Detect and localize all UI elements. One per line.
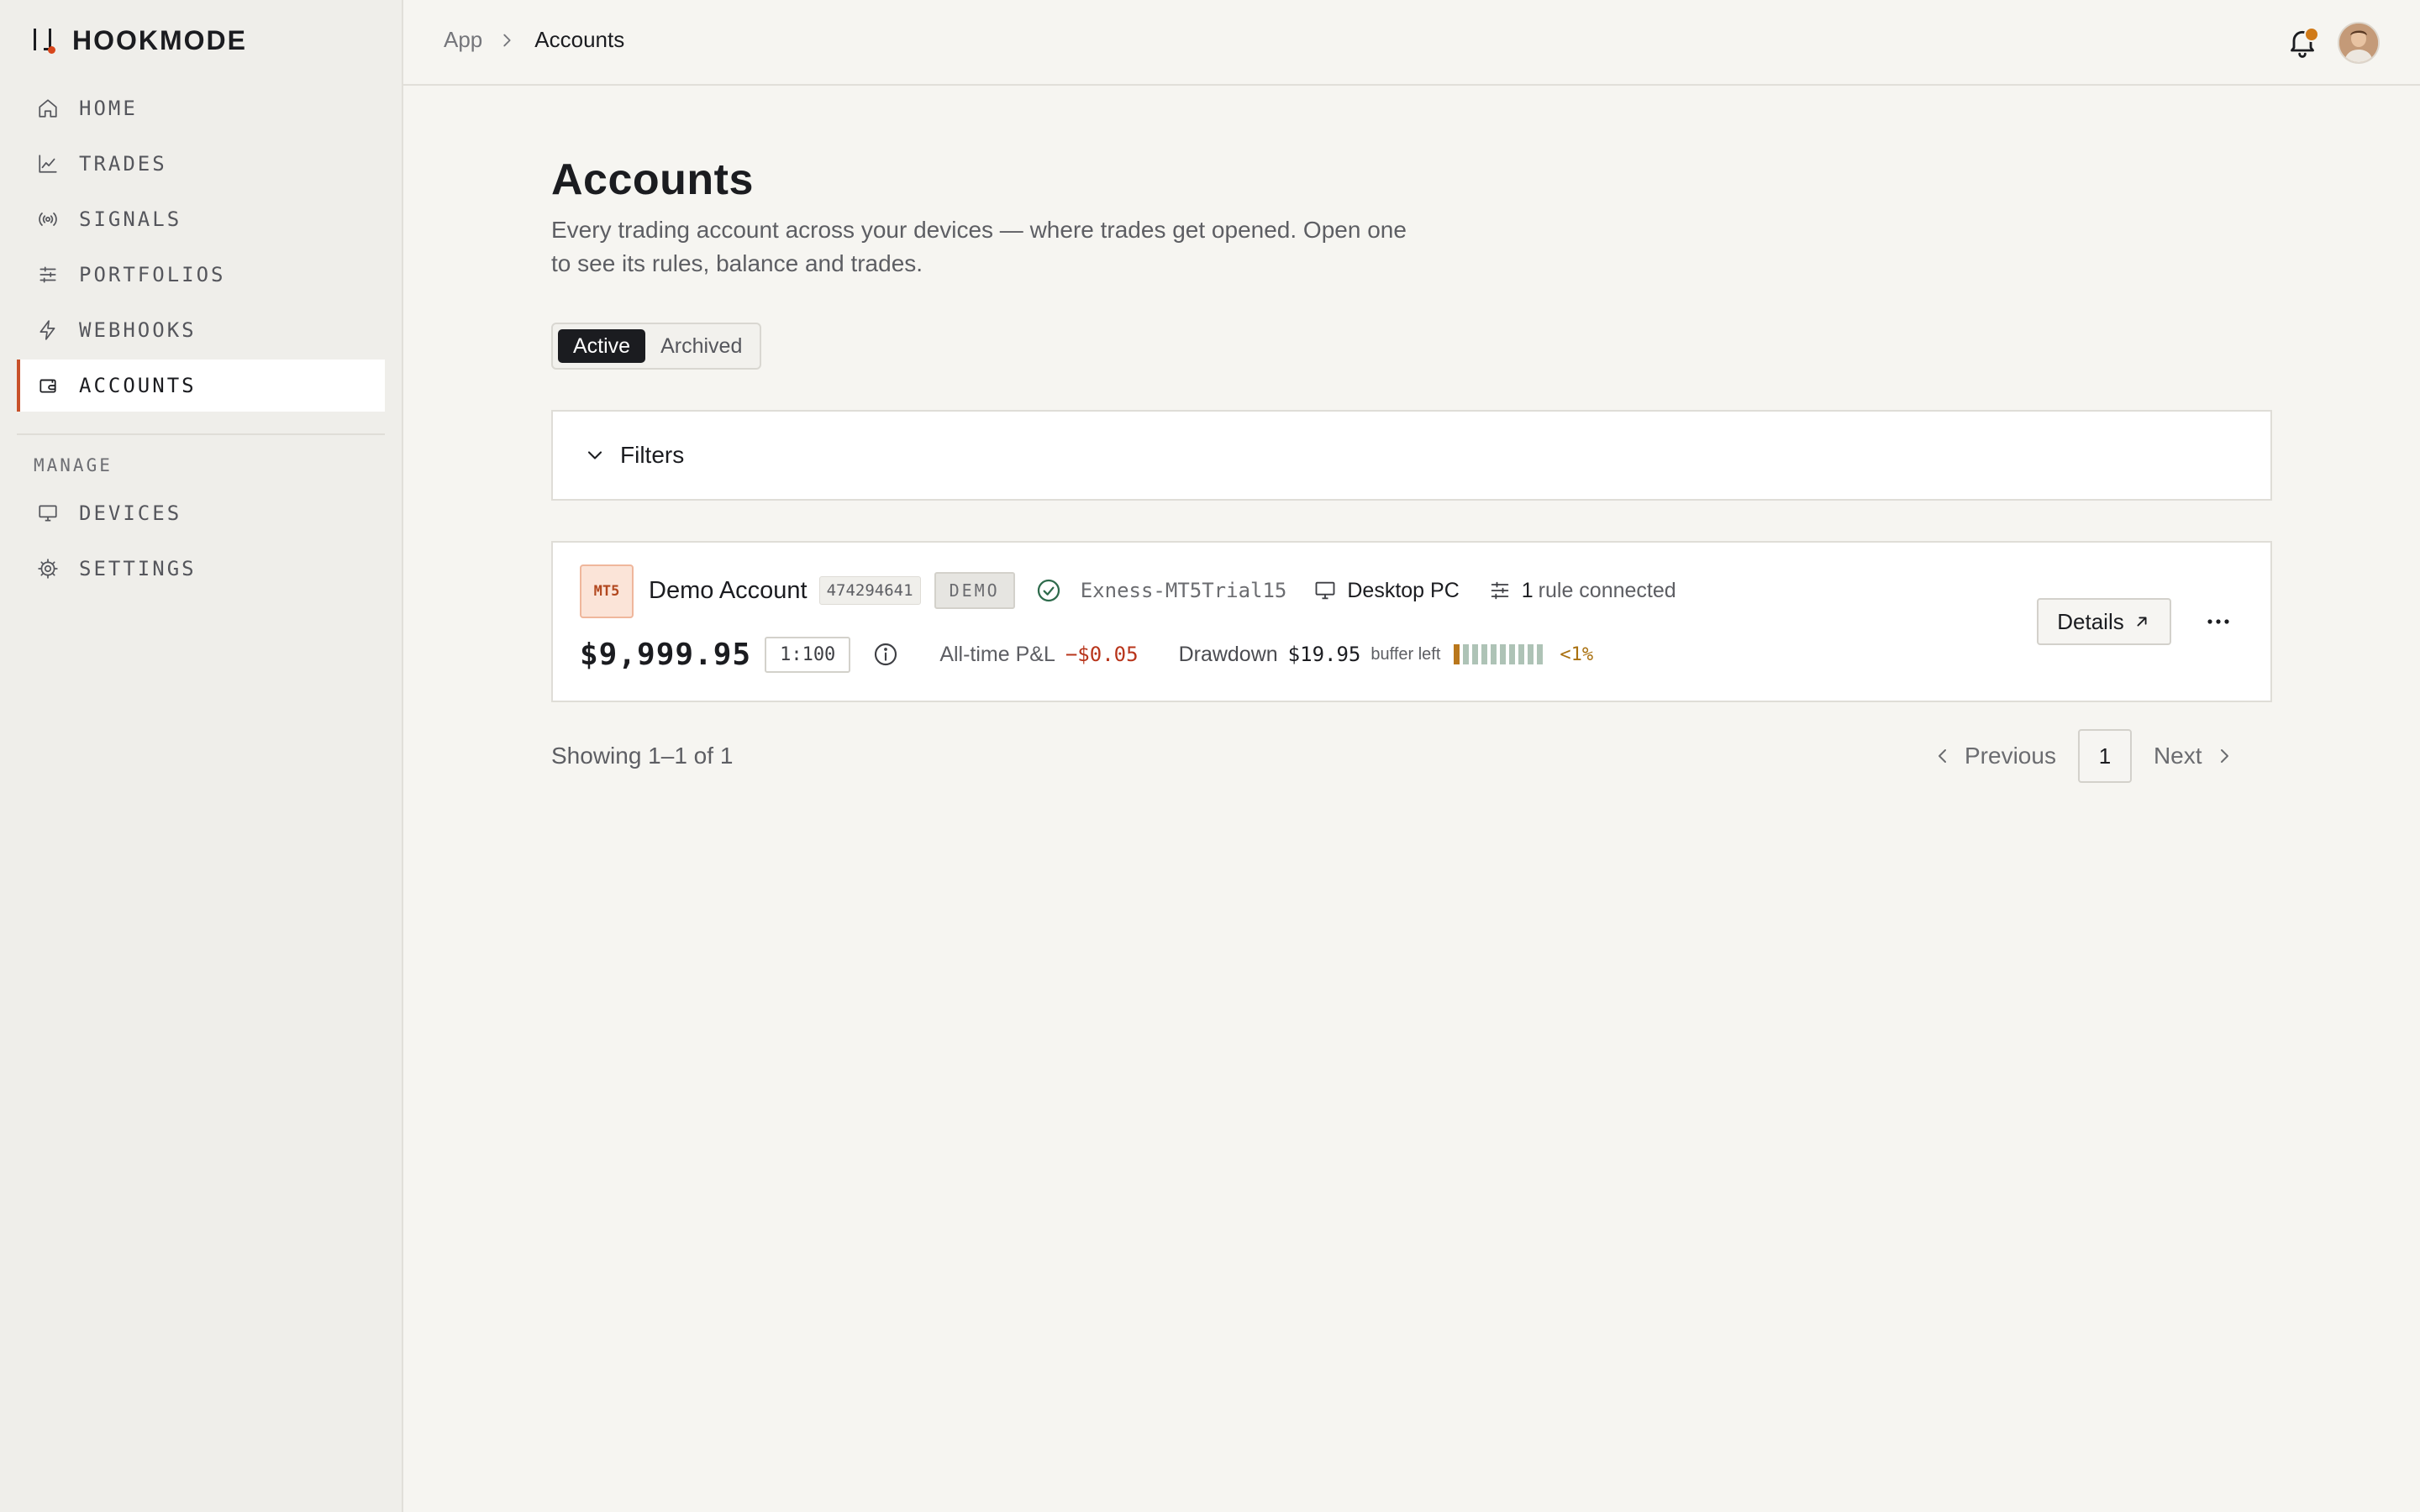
brand-name: HOOKMODE [72,24,247,55]
arrow-up-right-icon [2137,617,2147,627]
sidebar: HOOKMODE HOME TRADES SIGNALS PORTFOLIOS … [0,0,403,1512]
leverage-badge: 1:100 [765,636,851,673]
check-circle-icon [1037,579,1060,602]
status-toggle: Active Archived [551,323,761,370]
info-icon[interactable] [872,641,899,668]
more-options-button[interactable] [2200,603,2237,640]
sidebar-item-home[interactable]: HOME [17,82,385,134]
page-number-button[interactable]: 1 [2077,729,2132,783]
device-name[interactable]: Desktop PC [1347,579,1459,603]
sidebar-item-webhooks[interactable]: WEBHOOKS [17,304,385,356]
sidebar-item-settings[interactable]: SETTINGS [17,543,385,595]
breadcrumb-root-link[interactable]: App [444,27,482,53]
account-type-badge: DEMO [934,572,1015,609]
logo-mark-icon [30,26,55,55]
drawdown-value: $19.95 [1287,643,1361,666]
sidebar-item-signals[interactable]: SIGNALS [17,193,385,245]
chevron-right-icon [503,34,511,46]
main-nav: HOME TRADES SIGNALS PORTFOLIOS WEBHOOKS … [17,82,385,415]
sidebar-item-label: PORTFOLIOS [79,263,226,286]
breadcrumb: App Accounts [444,27,624,53]
account-card[interactable]: MT5 Demo Account 474294641 DEMO Exness-M… [551,541,2272,702]
drawdown-meter-segment [1509,644,1516,664]
drawdown-meter-segment [1528,644,1534,664]
drawdown-meter-segment [1500,644,1507,664]
account-balance: $9,999.95 [580,637,752,672]
account-number: 474294641 [818,576,921,605]
rules-count: 1 [1521,578,1534,602]
tab-archived[interactable]: Archived [645,329,757,363]
avatar[interactable] [2338,22,2380,64]
pnl-value: −$0.05 [1065,643,1139,666]
sidebar-item-label: TRADES [79,152,167,176]
broker-server: Exness-MT5Trial15 [1080,579,1287,602]
sidebar-item-accounts[interactable]: ACCOUNTS [17,360,385,412]
previous-page-button[interactable]: Previous [1933,743,2056,769]
sliders-icon [1491,581,1509,600]
chart-line-icon [39,155,57,173]
sidebar-item-label: SIGNALS [79,207,182,231]
lightning-icon [39,320,55,340]
sidebar-divider [17,433,385,435]
more-horizontal-icon [2207,619,2229,624]
breadcrumb-current: Accounts [534,27,625,52]
sidebar-item-label: DEVICES [79,501,182,525]
results-count: Showing 1–1 of 1 [551,743,734,769]
manage-nav: DEVICES SETTINGS [17,487,385,598]
drawdown-meter [1454,644,1546,664]
notification-dot [2304,27,2319,42]
sidebar-item-trades[interactable]: TRADES [17,138,385,190]
app-root: HOOKMODE HOME TRADES SIGNALS PORTFOLIOS … [0,0,2420,1512]
account-name[interactable]: Demo Account [649,577,808,605]
chevron-left-icon [1939,749,1946,763]
sidebar-item-devices[interactable]: DEVICES [17,487,385,539]
page-title: Accounts [551,155,754,204]
next-page-button[interactable]: Next [2154,743,2234,769]
user-avatar-icon [2339,24,2378,62]
sidebar-item-label: ACCOUNTS [79,374,197,397]
drawdown-meter-segment [1537,644,1544,664]
filters-label: Filters [620,442,685,468]
monitor-icon [1315,581,1335,600]
sidebar-item-label: SETTINGS [79,557,197,580]
next-label: Next [2153,743,2202,769]
rules-label: rule connected [1538,578,1676,602]
platform-badge: MT5 [580,564,634,618]
pnl-label: All-time P&L [939,642,1055,666]
gear-icon [38,559,58,579]
drawdown-meter-segment [1491,644,1497,664]
sidebar-item-label: WEBHOOKS [79,318,197,342]
chevron-right-icon [2220,749,2228,763]
drawdown-buffer-label: buffer left [1370,644,1441,664]
chevron-down-icon [587,451,602,459]
home-icon [39,99,57,118]
monitor-icon [39,505,57,522]
sliders-icon [39,266,56,283]
drawdown-meter-segment [1472,644,1479,664]
sidebar-section-manage: MANAGE [34,455,113,475]
account-header-row: Demo Account 474294641 DEMO Exness-MT5Tr… [649,568,1676,613]
details-button-label: Details [2057,608,2124,634]
sidebar-item-portfolios[interactable]: PORTFOLIOS [17,249,385,301]
drawdown-label: Drawdown [1178,642,1278,666]
previous-label: Previous [1965,743,2056,769]
tab-active[interactable]: Active [558,329,646,363]
pagination: Previous 1 Next [1933,729,2234,783]
drawdown-meter-segment [1481,644,1488,664]
filters-panel-toggle[interactable]: Filters [551,410,2272,501]
page-subtitle: Every trading account across your device… [551,217,1407,276]
sidebar-item-label: HOME [79,97,138,120]
wallet-icon [39,379,56,393]
drawdown-meter-segment [1518,644,1525,664]
broadcast-icon [39,213,57,226]
details-button[interactable]: Details [2037,598,2171,645]
drawdown-meter-segment [1463,644,1470,664]
topbar: App Accounts [403,0,2420,86]
brand-logo[interactable]: HOOKMODE [30,24,247,57]
account-metrics-row: $9,999.95 1:100 All-time P&L −$0.05 Draw… [580,633,1593,675]
drawdown-meter-segment [1454,644,1460,664]
drawdown-percent: <1% [1560,643,1594,665]
